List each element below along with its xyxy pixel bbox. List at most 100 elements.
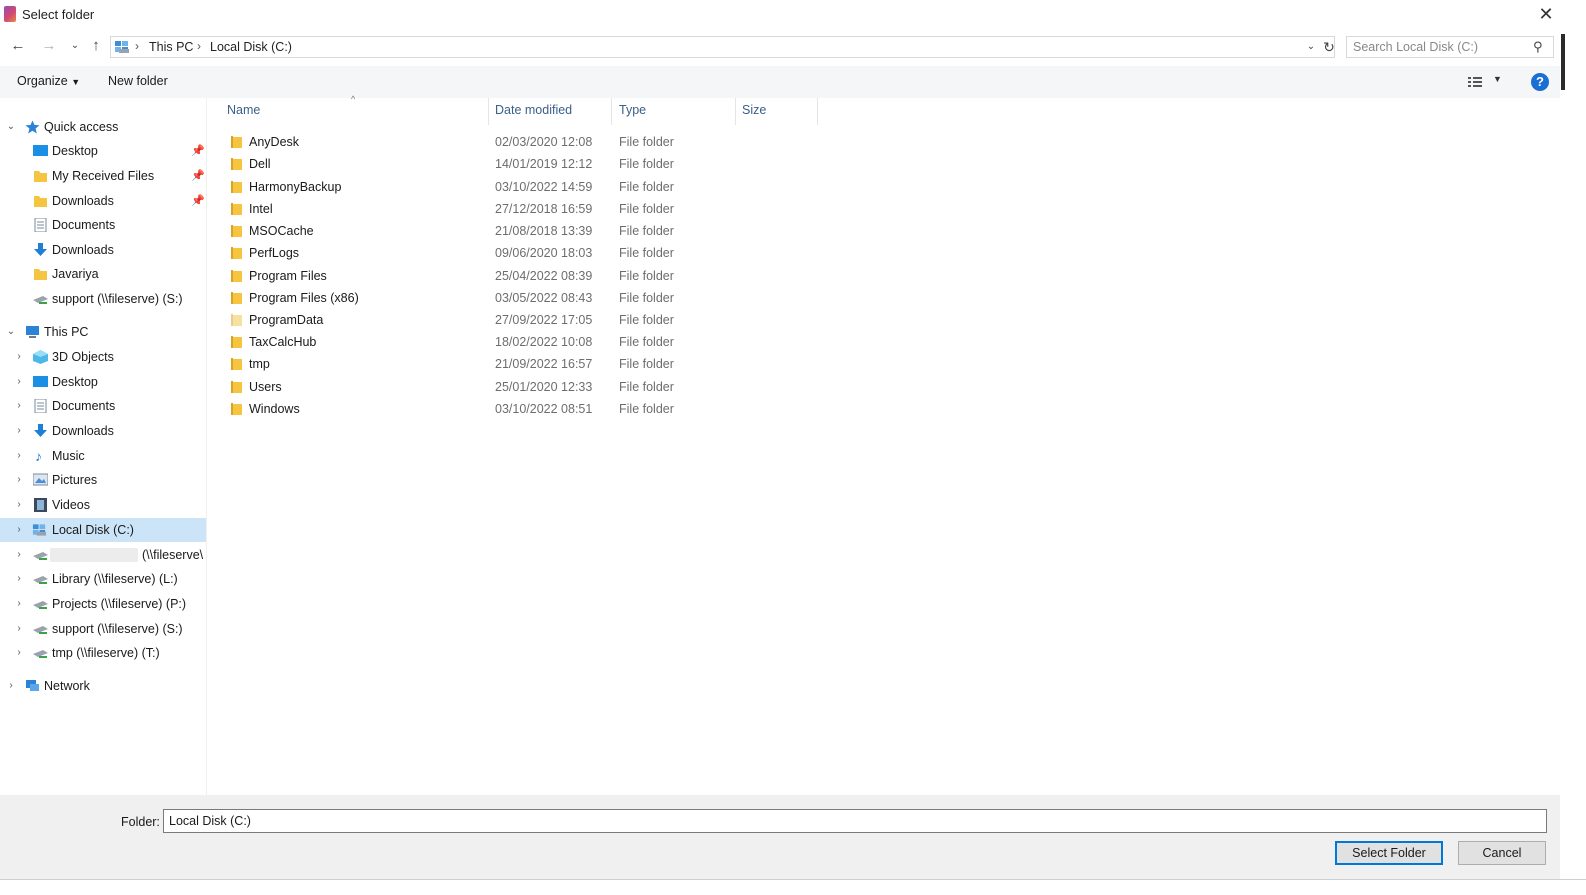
back-button[interactable]: ← bbox=[7, 35, 29, 57]
sidebar-item-library-drive[interactable]: › Library (\\fileserve) (L:) bbox=[0, 567, 206, 591]
search-icon[interactable]: ⚲ bbox=[1533, 39, 1543, 55]
chevron-right-icon[interactable]: › bbox=[13, 370, 25, 394]
arrow-right-icon: → bbox=[41, 37, 57, 54]
list-item[interactable]: Dell 14/01/2019 12:12 File folder bbox=[222, 153, 752, 175]
column-header-date[interactable]: Date modified bbox=[495, 103, 572, 117]
app-icon bbox=[4, 6, 16, 22]
recent-locations-button[interactable]: ⌄ bbox=[64, 35, 86, 57]
sidebar-item-my-received-files[interactable]: My Received Files 📌 bbox=[0, 164, 206, 188]
list-item[interactable]: PerfLogs 09/06/2020 18:03 File folder bbox=[222, 242, 752, 264]
sidebar-item-support-drive[interactable]: › support (\\fileserve) (S:) bbox=[0, 617, 206, 641]
cancel-button[interactable]: Cancel bbox=[1458, 841, 1546, 865]
list-item[interactable]: TaxCalcHub 18/02/2022 10:08 File folder bbox=[222, 331, 752, 353]
dialog-footer: Folder: Select Folder Cancel bbox=[0, 795, 1560, 879]
chevron-right-icon[interactable]: › bbox=[13, 641, 25, 665]
sidebar-item-tmp-drive[interactable]: › tmp (\\fileserve) (T:) bbox=[0, 641, 206, 665]
chevron-right-icon[interactable]: › bbox=[13, 567, 25, 591]
sidebar-item-local-disk[interactable]: › Local Disk (C:) bbox=[0, 518, 206, 542]
forward-button[interactable]: → bbox=[38, 35, 60, 57]
chevron-right-icon[interactable]: › bbox=[13, 444, 25, 468]
folder-input[interactable] bbox=[163, 809, 1547, 833]
chevron-down-icon: ⌄ bbox=[70, 40, 80, 51]
chevron-right-icon[interactable]: › bbox=[13, 518, 25, 542]
sidebar-item-downloads[interactable]: Downloads bbox=[0, 238, 206, 262]
search-input[interactable] bbox=[1353, 39, 1528, 55]
chevron-right-icon[interactable]: › bbox=[13, 468, 25, 492]
column-divider[interactable] bbox=[817, 98, 818, 125]
chevron-right-icon[interactable]: › bbox=[13, 592, 25, 616]
breadcrumb-this-pc[interactable]: This PC bbox=[149, 40, 193, 54]
sidebar-item-this-pc[interactable]: ⌄ This PC bbox=[0, 320, 206, 344]
list-item[interactable]: Windows 03/10/2022 08:51 File folder bbox=[222, 398, 752, 420]
help-icon[interactable]: ? bbox=[1531, 73, 1549, 91]
column-header-name[interactable]: Name bbox=[227, 103, 260, 117]
list-item[interactable]: Users 25/01/2020 12:33 File folder bbox=[222, 376, 752, 398]
address-bar[interactable]: › This PC › Local Disk (C:) ⌄ ↻ bbox=[110, 36, 1335, 58]
organize-button[interactable]: Organize ▼ bbox=[17, 74, 80, 88]
file-type: File folder bbox=[619, 135, 674, 149]
up-button[interactable]: ↑ bbox=[85, 35, 107, 57]
select-folder-button[interactable]: Select Folder bbox=[1335, 841, 1443, 865]
column-header-type[interactable]: Type bbox=[619, 103, 646, 117]
list-item[interactable]: tmp 21/09/2022 16:57 File folder bbox=[222, 353, 752, 375]
window-edge-scrollbar[interactable] bbox=[1561, 34, 1565, 90]
list-item[interactable]: Program Files 25/04/2022 08:39 File fold… bbox=[222, 265, 752, 287]
sidebar-item-redacted-drive[interactable]: › (\\fileserve\ bbox=[0, 543, 206, 567]
breadcrumb-local-disk[interactable]: Local Disk (C:) bbox=[210, 40, 292, 54]
folder-icon bbox=[34, 171, 47, 182]
column-divider[interactable] bbox=[735, 98, 736, 125]
folder-icon bbox=[231, 270, 242, 282]
list-item[interactable]: Intel 27/12/2018 16:59 File folder bbox=[222, 198, 752, 220]
chevron-right-icon[interactable]: › bbox=[13, 394, 25, 418]
list-item[interactable]: HarmonyBackup 03/10/2022 14:59 File fold… bbox=[222, 176, 752, 198]
chevron-down-icon[interactable]: ⌄ bbox=[5, 115, 17, 139]
sidebar-item-downloads-pc[interactable]: › Downloads bbox=[0, 419, 206, 443]
view-options-icon[interactable] bbox=[1467, 74, 1483, 90]
sidebar-item-pictures[interactable]: › Pictures bbox=[0, 468, 206, 492]
column-header-size[interactable]: Size bbox=[742, 103, 766, 117]
chevron-right-icon[interactable]: › bbox=[13, 419, 25, 443]
address-history-button[interactable]: ⌄ bbox=[1304, 38, 1318, 56]
sidebar-item-music[interactable]: › ♪ Music bbox=[0, 444, 206, 468]
list-item[interactable]: AnyDesk 02/03/2020 12:08 File folder bbox=[222, 131, 752, 153]
list-item[interactable]: Program Files (x86) 03/05/2022 08:43 Fil… bbox=[222, 287, 752, 309]
caret-down-icon: ▼ bbox=[71, 77, 81, 87]
chevron-right-icon[interactable]: › bbox=[13, 345, 25, 369]
sidebar-item-desktop[interactable]: Desktop 📌 bbox=[0, 139, 206, 163]
sidebar-item-videos[interactable]: › Videos bbox=[0, 493, 206, 517]
sidebar-label: Pictures bbox=[52, 473, 98, 487]
desktop-icon bbox=[33, 376, 48, 387]
window-bottom-edge bbox=[0, 879, 1586, 895]
network-icon bbox=[26, 680, 39, 691]
list-item[interactable]: ProgramData 27/09/2022 17:05 File folder bbox=[222, 309, 752, 331]
list-item[interactable]: MSOCache 21/08/2018 13:39 File folder bbox=[222, 220, 752, 242]
sidebar-item-support-quick[interactable]: support (\\fileserve) (S:) bbox=[0, 287, 206, 311]
search-box[interactable]: ⚲ bbox=[1346, 36, 1554, 58]
chevron-right-icon[interactable]: › bbox=[13, 617, 25, 641]
sidebar-item-desktop-pc[interactable]: › Desktop bbox=[0, 370, 206, 394]
file-date: 03/05/2022 08:43 bbox=[495, 291, 593, 305]
close-button[interactable]: ✕ bbox=[1536, 2, 1556, 26]
sidebar-item-3d-objects[interactable]: › 3D Objects bbox=[0, 345, 206, 369]
sidebar-item-documents-pc[interactable]: › Documents bbox=[0, 394, 206, 418]
sidebar-item-quick-access[interactable]: ⌄ Quick access bbox=[0, 115, 206, 139]
sidebar-item-documents[interactable]: Documents bbox=[0, 213, 206, 237]
close-icon: ✕ bbox=[1538, 4, 1554, 24]
navigation-pane[interactable]: ⌄ Quick access Desktop 📌 My Received Fil… bbox=[0, 98, 207, 795]
chevron-down-icon[interactable]: ⌄ bbox=[5, 320, 17, 344]
sidebar-item-downloads-pinned[interactable]: Downloads 📌 bbox=[0, 189, 206, 213]
downloads-icon bbox=[34, 243, 47, 256]
sidebar-label: Downloads bbox=[52, 424, 114, 438]
chevron-right-icon[interactable]: › bbox=[13, 493, 25, 517]
sidebar-item-network[interactable]: › Network bbox=[0, 674, 206, 698]
sidebar-item-projects-drive[interactable]: › Projects (\\fileserve) (P:) bbox=[0, 592, 206, 616]
new-folder-button[interactable]: New folder bbox=[108, 74, 168, 88]
column-divider[interactable] bbox=[611, 98, 612, 125]
sidebar-item-javariya[interactable]: Javariya bbox=[0, 262, 206, 286]
refresh-button[interactable]: ↻ bbox=[1321, 37, 1337, 57]
chevron-right-icon[interactable]: › bbox=[5, 674, 17, 698]
pin-icon: 📌 bbox=[191, 170, 205, 182]
chevron-right-icon[interactable]: › bbox=[13, 543, 25, 567]
column-divider[interactable] bbox=[488, 98, 489, 125]
view-dropdown-icon[interactable]: ▼ bbox=[1493, 74, 1502, 84]
